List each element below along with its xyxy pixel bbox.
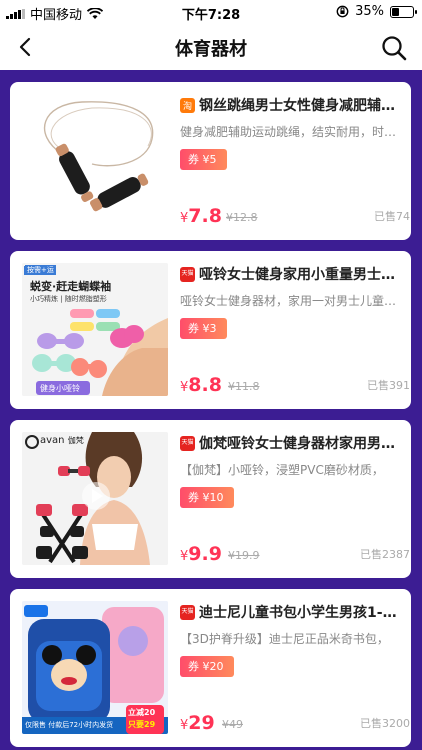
title-row: 天猫 哑铃女士健身家用小重量男士儿童: [180, 263, 402, 285]
product-title[interactable]: 哑铃女士健身家用小重量男士儿童: [199, 264, 402, 284]
tmall-icon: 天猫: [180, 435, 195, 451]
price-value: 8.8: [188, 374, 222, 396]
price-value: 7.8: [188, 205, 222, 227]
product-info: 淘 钢丝跳绳男士女性健身减肥辅助运动 健身减肥辅助运动跳绳，结实耐用，时尚轻便 …: [180, 94, 410, 229]
price-row: ¥7.8 ¥12.8 已售74: [180, 203, 410, 227]
product-desc: 哑铃女士健身器材，家用一对男士儿童训练: [180, 294, 402, 308]
original-price: ¥49: [222, 718, 243, 731]
price-value: 9.9: [188, 543, 222, 565]
product-title[interactable]: 伽梵哑铃女士健身器材家用男士一对: [199, 433, 402, 453]
title-row: 天猫 迪士尼儿童书包小学生男孩1-3年级: [180, 601, 402, 623]
coupon-badge[interactable]: 券 ¥20: [180, 656, 234, 677]
product-card-backpack[interactable]: 仅限售 付款后72小时内发货 立减20 只要29 天猫 迪士尼儿童书包小学生男孩…: [10, 589, 411, 747]
product-info: 天猫 迪士尼儿童书包小学生男孩1-3年级 【3D护脊升级】迪士尼正品米奇书包， …: [180, 601, 410, 736]
original-price: ¥19.9: [228, 549, 260, 562]
sold-count: 已售74: [374, 210, 410, 223]
tmall-icon: 天猫: [180, 604, 195, 620]
taobao-icon: 淘: [180, 97, 195, 113]
price: ¥8.8: [180, 374, 222, 396]
price-row: ¥9.9 ¥19.9 已售2387: [180, 541, 410, 565]
product-title[interactable]: 迪士尼儿童书包小学生男孩1-3年级: [199, 602, 402, 622]
jump-rope-illustration: [43, 101, 154, 212]
image-headline: 蜕变·赶走蝴蝶袖: [30, 280, 112, 293]
price: ¥29: [180, 712, 215, 734]
product-image-dumbbells: 按需+运 蜕变·赶走蝴蝶袖 小巧精炼 | 随时燃脂塑形 健身小哑铃: [22, 263, 168, 396]
title-row: 天猫 伽梵哑铃女士健身器材家用男士一对: [180, 432, 402, 454]
status-bar: 中国移动 下午7:28 35%: [0, 0, 422, 24]
image-banner: 仅限售 付款后72小时内发货: [25, 721, 114, 729]
product-desc: 【3D护脊升级】迪士尼正品米奇书包，: [180, 632, 389, 646]
search-icon[interactable]: [380, 34, 408, 62]
image-promo-top: 立减20: [128, 708, 156, 717]
coupon-badge[interactable]: 券 ¥3: [180, 318, 227, 339]
product-desc: 健身减肥辅助运动跳绳，结实耐用，时尚轻便: [180, 125, 402, 139]
sold-count: 已售391: [367, 379, 410, 392]
page-title: 体育器材: [175, 39, 247, 60]
nav-bar: 体育器材: [0, 24, 422, 70]
sold-count: 已售2387: [360, 548, 410, 561]
original-price: ¥12.8: [226, 211, 258, 224]
product-image-dumbbell-rack: avan 伽梵: [22, 432, 168, 565]
product-desc: 【伽梵】小哑铃，浸塑PVC磨砂材质，: [180, 463, 384, 477]
price-row: ¥8.8 ¥11.8 已售391: [180, 372, 410, 396]
product-card-dumbbells[interactable]: 按需+运 蜕变·赶走蝴蝶袖 小巧精炼 | 随时燃脂塑形 健身小哑铃 天猫 哑铃女…: [10, 251, 411, 409]
price: ¥9.9: [180, 543, 222, 565]
battery-percent: 35%: [355, 4, 384, 19]
dumbbell-rack-illustration: [22, 432, 168, 565]
status-right: 35%: [336, 4, 417, 19]
coupon-badge[interactable]: 券 ¥5: [180, 149, 227, 170]
product-card-dumbbell-rack[interactable]: avan 伽梵 天猫 伽梵哑铃女士健身器材家用男士一对 【伽梵】小哑铃，浸塑PV…: [10, 420, 411, 578]
price-value: 29: [188, 712, 215, 734]
tmall-icon: 天猫: [180, 266, 195, 282]
product-list: 淘 钢丝跳绳男士女性健身减肥辅助运动 健身减肥辅助运动跳绳，结实耐用，时尚轻便 …: [0, 70, 422, 750]
product-image-backpack: 仅限售 付款后72小时内发货 立减20 只要29: [22, 601, 168, 734]
sold-count: 已售3200: [360, 717, 410, 730]
product-info: 天猫 伽梵哑铃女士健身器材家用男士一对 【伽梵】小哑铃，浸塑PVC磨砂材质， 券…: [180, 432, 410, 567]
product-title[interactable]: 钢丝跳绳男士女性健身减肥辅助运动: [199, 95, 402, 115]
image-subline: 小巧精炼 | 随时燃脂塑形: [30, 295, 107, 303]
product-image-jump-rope: [22, 94, 168, 227]
image-tag: 按需+运: [25, 265, 56, 275]
title-row: 淘 钢丝跳绳男士女性健身减肥辅助运动: [180, 94, 402, 116]
battery-icon: [390, 5, 417, 18]
product-card-jump-rope[interactable]: 淘 钢丝跳绳男士女性健身减肥辅助运动 健身减肥辅助运动跳绳，结实耐用，时尚轻便 …: [10, 82, 411, 240]
price: ¥7.8: [180, 205, 222, 227]
product-info: 天猫 哑铃女士健身家用小重量男士儿童 哑铃女士健身器材，家用一对男士儿童训练 券…: [180, 263, 410, 398]
image-caption: 健身小哑铃: [40, 384, 80, 393]
image-promo-bottom: 只要29: [128, 720, 156, 729]
original-price: ¥11.8: [228, 380, 260, 393]
coupon-badge[interactable]: 券 ¥10: [180, 487, 234, 508]
price-row: ¥29 ¥49 已售3200: [180, 710, 410, 734]
orientation-lock-icon: [336, 5, 349, 18]
brand-logo: avan 伽梵: [40, 435, 84, 446]
